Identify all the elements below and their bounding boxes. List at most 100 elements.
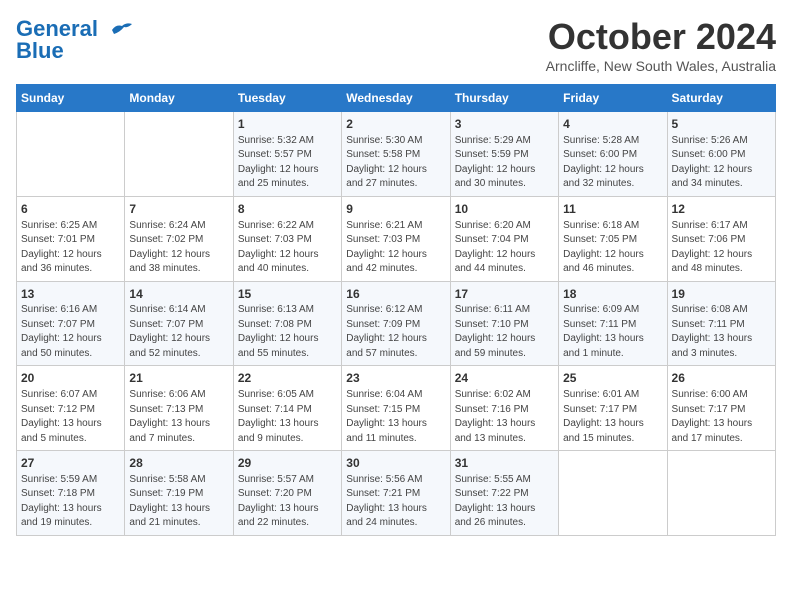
calendar-cell: 5Sunrise: 5:26 AM Sunset: 6:00 PM Daylig… xyxy=(667,112,775,197)
day-number: 28 xyxy=(129,455,228,472)
day-info: Sunrise: 6:02 AM Sunset: 7:16 PM Dayligh… xyxy=(455,388,554,446)
calendar-cell: 25Sunrise: 6:01 AM Sunset: 7:17 PM Dayli… xyxy=(559,366,667,451)
day-info: Sunrise: 6:09 AM Sunset: 7:11 PM Dayligh… xyxy=(563,303,662,361)
day-info: Sunrise: 5:55 AM Sunset: 7:22 PM Dayligh… xyxy=(455,473,554,531)
day-number: 5 xyxy=(672,116,771,133)
day-info: Sunrise: 6:17 AM Sunset: 7:06 PM Dayligh… xyxy=(672,219,771,277)
day-number: 11 xyxy=(563,201,662,218)
day-number: 25 xyxy=(563,370,662,387)
col-monday: Monday xyxy=(125,85,233,112)
col-thursday: Thursday xyxy=(450,85,558,112)
calendar-cell: 2Sunrise: 5:30 AM Sunset: 5:58 PM Daylig… xyxy=(342,112,450,197)
calendar-week-3: 13Sunrise: 6:16 AM Sunset: 7:07 PM Dayli… xyxy=(17,281,776,366)
calendar-week-1: 1Sunrise: 5:32 AM Sunset: 5:57 PM Daylig… xyxy=(17,112,776,197)
logo-line2: Blue xyxy=(16,38,64,64)
day-info: Sunrise: 6:01 AM Sunset: 7:17 PM Dayligh… xyxy=(563,388,662,446)
day-number: 18 xyxy=(563,286,662,303)
day-number: 6 xyxy=(21,201,120,218)
day-info: Sunrise: 5:26 AM Sunset: 6:00 PM Dayligh… xyxy=(672,134,771,192)
day-info: Sunrise: 6:05 AM Sunset: 7:14 PM Dayligh… xyxy=(238,388,337,446)
calendar-cell: 10Sunrise: 6:20 AM Sunset: 7:04 PM Dayli… xyxy=(450,196,558,281)
day-info: Sunrise: 5:32 AM Sunset: 5:57 PM Dayligh… xyxy=(238,134,337,192)
day-number: 15 xyxy=(238,286,337,303)
calendar-cell: 19Sunrise: 6:08 AM Sunset: 7:11 PM Dayli… xyxy=(667,281,775,366)
day-number: 30 xyxy=(346,455,445,472)
day-number: 8 xyxy=(238,201,337,218)
calendar-cell: 26Sunrise: 6:00 AM Sunset: 7:17 PM Dayli… xyxy=(667,366,775,451)
calendar-cell: 9Sunrise: 6:21 AM Sunset: 7:03 PM Daylig… xyxy=(342,196,450,281)
calendar-cell: 12Sunrise: 6:17 AM Sunset: 7:06 PM Dayli… xyxy=(667,196,775,281)
day-info: Sunrise: 5:56 AM Sunset: 7:21 PM Dayligh… xyxy=(346,473,445,531)
calendar-cell xyxy=(125,112,233,197)
col-friday: Friday xyxy=(559,85,667,112)
calendar-cell: 22Sunrise: 6:05 AM Sunset: 7:14 PM Dayli… xyxy=(233,366,341,451)
calendar-cell: 21Sunrise: 6:06 AM Sunset: 7:13 PM Dayli… xyxy=(125,366,233,451)
day-number: 20 xyxy=(21,370,120,387)
day-number: 14 xyxy=(129,286,228,303)
calendar-cell: 13Sunrise: 6:16 AM Sunset: 7:07 PM Dayli… xyxy=(17,281,125,366)
day-info: Sunrise: 6:14 AM Sunset: 7:07 PM Dayligh… xyxy=(129,303,228,361)
calendar-week-2: 6Sunrise: 6:25 AM Sunset: 7:01 PM Daylig… xyxy=(17,196,776,281)
day-number: 17 xyxy=(455,286,554,303)
calendar-cell: 11Sunrise: 6:18 AM Sunset: 7:05 PM Dayli… xyxy=(559,196,667,281)
day-info: Sunrise: 6:18 AM Sunset: 7:05 PM Dayligh… xyxy=(563,219,662,277)
calendar-cell: 3Sunrise: 5:29 AM Sunset: 5:59 PM Daylig… xyxy=(450,112,558,197)
day-info: Sunrise: 6:07 AM Sunset: 7:12 PM Dayligh… xyxy=(21,388,120,446)
day-number: 16 xyxy=(346,286,445,303)
day-info: Sunrise: 6:13 AM Sunset: 7:08 PM Dayligh… xyxy=(238,303,337,361)
calendar-cell: 1Sunrise: 5:32 AM Sunset: 5:57 PM Daylig… xyxy=(233,112,341,197)
calendar-header-row: Sunday Monday Tuesday Wednesday Thursday… xyxy=(17,85,776,112)
calendar-cell: 28Sunrise: 5:58 AM Sunset: 7:19 PM Dayli… xyxy=(125,451,233,536)
day-number: 10 xyxy=(455,201,554,218)
day-info: Sunrise: 6:25 AM Sunset: 7:01 PM Dayligh… xyxy=(21,219,120,277)
calendar-cell: 18Sunrise: 6:09 AM Sunset: 7:11 PM Dayli… xyxy=(559,281,667,366)
day-info: Sunrise: 6:22 AM Sunset: 7:03 PM Dayligh… xyxy=(238,219,337,277)
calendar-cell: 15Sunrise: 6:13 AM Sunset: 7:08 PM Dayli… xyxy=(233,281,341,366)
calendar-cell xyxy=(559,451,667,536)
calendar-cell: 4Sunrise: 5:28 AM Sunset: 6:00 PM Daylig… xyxy=(559,112,667,197)
day-number: 24 xyxy=(455,370,554,387)
day-number: 21 xyxy=(129,370,228,387)
title-section: October 2024 Arncliffe, New South Wales,… xyxy=(546,16,776,74)
day-info: Sunrise: 5:58 AM Sunset: 7:19 PM Dayligh… xyxy=(129,473,228,531)
calendar-cell: 31Sunrise: 5:55 AM Sunset: 7:22 PM Dayli… xyxy=(450,451,558,536)
day-info: Sunrise: 5:30 AM Sunset: 5:58 PM Dayligh… xyxy=(346,134,445,192)
day-number: 26 xyxy=(672,370,771,387)
day-info: Sunrise: 6:21 AM Sunset: 7:03 PM Dayligh… xyxy=(346,219,445,277)
day-number: 1 xyxy=(238,116,337,133)
day-number: 3 xyxy=(455,116,554,133)
calendar-cell: 14Sunrise: 6:14 AM Sunset: 7:07 PM Dayli… xyxy=(125,281,233,366)
location-subtitle: Arncliffe, New South Wales, Australia xyxy=(546,58,776,74)
day-number: 12 xyxy=(672,201,771,218)
col-saturday: Saturday xyxy=(667,85,775,112)
col-tuesday: Tuesday xyxy=(233,85,341,112)
day-number: 22 xyxy=(238,370,337,387)
day-info: Sunrise: 5:59 AM Sunset: 7:18 PM Dayligh… xyxy=(21,473,120,531)
calendar-cell: 23Sunrise: 6:04 AM Sunset: 7:15 PM Dayli… xyxy=(342,366,450,451)
day-info: Sunrise: 6:20 AM Sunset: 7:04 PM Dayligh… xyxy=(455,219,554,277)
calendar-cell: 20Sunrise: 6:07 AM Sunset: 7:12 PM Dayli… xyxy=(17,366,125,451)
day-number: 13 xyxy=(21,286,120,303)
calendar-cell: 16Sunrise: 6:12 AM Sunset: 7:09 PM Dayli… xyxy=(342,281,450,366)
day-number: 19 xyxy=(672,286,771,303)
page-header: General Blue October 2024 Arncliffe, New… xyxy=(16,16,776,74)
calendar-table: Sunday Monday Tuesday Wednesday Thursday… xyxy=(16,84,776,536)
day-info: Sunrise: 6:04 AM Sunset: 7:15 PM Dayligh… xyxy=(346,388,445,446)
day-number: 4 xyxy=(563,116,662,133)
calendar-cell: 8Sunrise: 6:22 AM Sunset: 7:03 PM Daylig… xyxy=(233,196,341,281)
logo: General Blue xyxy=(16,16,134,64)
calendar-cell: 7Sunrise: 6:24 AM Sunset: 7:02 PM Daylig… xyxy=(125,196,233,281)
day-number: 9 xyxy=(346,201,445,218)
day-number: 31 xyxy=(455,455,554,472)
day-info: Sunrise: 6:16 AM Sunset: 7:07 PM Dayligh… xyxy=(21,303,120,361)
day-info: Sunrise: 6:12 AM Sunset: 7:09 PM Dayligh… xyxy=(346,303,445,361)
calendar-cell: 29Sunrise: 5:57 AM Sunset: 7:20 PM Dayli… xyxy=(233,451,341,536)
bird-icon xyxy=(106,20,134,40)
day-info: Sunrise: 5:29 AM Sunset: 5:59 PM Dayligh… xyxy=(455,134,554,192)
day-info: Sunrise: 6:06 AM Sunset: 7:13 PM Dayligh… xyxy=(129,388,228,446)
day-number: 29 xyxy=(238,455,337,472)
calendar-cell: 6Sunrise: 6:25 AM Sunset: 7:01 PM Daylig… xyxy=(17,196,125,281)
day-number: 2 xyxy=(346,116,445,133)
calendar-cell xyxy=(17,112,125,197)
day-number: 23 xyxy=(346,370,445,387)
